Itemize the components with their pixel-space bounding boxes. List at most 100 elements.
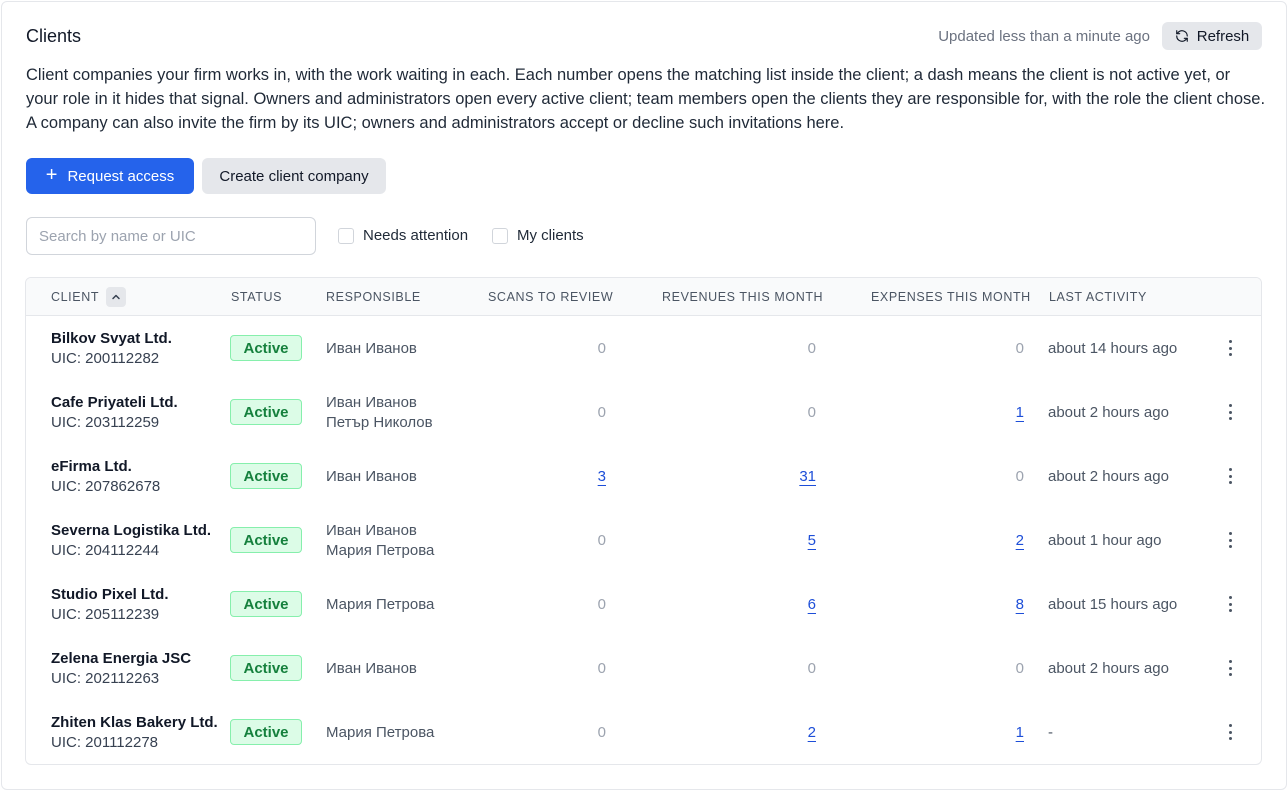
table-row[interactable]: Zelena Energia JSC UIC: 202112263 Active Ив… [26, 636, 1261, 700]
client-uic: UIC: 200112282 [51, 350, 160, 367]
column-status: STATUS [231, 290, 283, 304]
sort-button[interactable] [106, 287, 126, 307]
responsible-person: Иван Иванов [326, 340, 417, 357]
responsible-person: Мария Петрова [326, 724, 435, 741]
my-clients-checkbox[interactable]: My clients [492, 227, 584, 244]
revenues-count[interactable]: 5 [808, 532, 816, 549]
client-uic: UIC: 201112278 [51, 734, 159, 751]
client-uic: UIC: 203112259 [51, 414, 160, 431]
expenses-count[interactable]: 2 [1016, 532, 1024, 549]
client-uic: UIC: 202112263 [51, 670, 160, 687]
column-client[interactable]: CLIENT [51, 290, 99, 304]
last-activity: about 2 hours ago [1048, 404, 1169, 421]
scans-count: 0 [597, 532, 606, 549]
column-responsible: RESPONSIBLE [326, 290, 421, 304]
responsible-person: Мария Петрова [326, 542, 435, 559]
responsible-person: Иван Иванов [326, 394, 417, 411]
table-header: CLIENT STATUS RESPONSIBLE SCANS TO REVIE… [26, 278, 1261, 316]
updated-status: Updated less than a minute ago [938, 28, 1150, 45]
status-badge: Active [230, 527, 302, 553]
more-vertical-icon[interactable] [1222, 658, 1238, 678]
expenses-count: 0 [1015, 340, 1024, 357]
status-badge: Active [230, 719, 302, 745]
status-badge: Active [230, 463, 302, 489]
scans-count: 0 [597, 724, 606, 741]
expenses-count: 0 [1015, 468, 1024, 485]
refresh-icon [1175, 30, 1188, 42]
last-activity: about 1 hour ago [1048, 532, 1162, 549]
column-scans: SCANS TO REVIEW [488, 290, 614, 304]
needs-attention-box[interactable] [338, 227, 354, 244]
page-title: Clients [26, 26, 82, 46]
client-name[interactable]: Bilkov Svyat Ltd. [51, 330, 172, 347]
my-clients-label: My clients [517, 227, 584, 244]
scans-count: 0 [597, 340, 606, 357]
revenues-count: 0 [807, 404, 816, 421]
my-clients-box[interactable] [492, 227, 508, 244]
responsible-person: Иван Иванов [326, 660, 417, 677]
client-uic: UIC: 204112244 [51, 542, 160, 559]
more-vertical-icon[interactable] [1222, 594, 1238, 614]
more-vertical-icon[interactable] [1222, 466, 1238, 486]
responsible-person: Мария Петрова [326, 596, 435, 613]
revenues-count: 0 [807, 340, 816, 357]
plus-icon: + [45, 164, 58, 186]
search-input[interactable] [26, 217, 316, 255]
request-access-button[interactable]: + Request access [26, 158, 194, 194]
table-row[interactable]: Bilkov Svyat Ltd. UIC: 200112282 Active Ива… [26, 316, 1261, 380]
last-activity: about 14 hours ago [1048, 340, 1178, 357]
scans-count[interactable]: 3 [598, 468, 606, 485]
more-vertical-icon[interactable] [1222, 530, 1238, 550]
client-name[interactable]: Zhiten Klas Bakery Ltd. [51, 714, 218, 731]
column-expenses: EXPENSES THIS MONTH [871, 290, 1031, 304]
client-name[interactable]: Cafe Priyateli Ltd. [51, 394, 178, 411]
table-row[interactable]: Studio Pixel Ltd. UIC: 205112239 Active Мар… [26, 572, 1261, 636]
refresh-button[interactable]: Refresh [1162, 22, 1262, 50]
last-activity: about 2 hours ago [1048, 660, 1169, 677]
table-row[interactable]: Cafe Priyateli Ltd. UIC: 203112259 Active И… [26, 380, 1261, 444]
page-description: Client companies your firm works in, wit… [26, 66, 1266, 132]
scans-count: 0 [597, 596, 606, 613]
expenses-count: 0 [1015, 660, 1024, 677]
refresh-label: Refresh [1196, 27, 1250, 45]
responsible-person: Иван Иванов [326, 522, 417, 539]
responsible-person: Петър Николов [326, 414, 433, 431]
needs-attention-checkbox[interactable]: Needs attention [338, 227, 468, 244]
client-uic: UIC: 207862678 [51, 478, 161, 495]
table-row[interactable]: Severna Logistika Ltd. UIC: 204112244 Acti… [26, 508, 1261, 572]
client-name[interactable]: Zelena Energia JSC [51, 650, 191, 667]
responsible-person: Иван Иванов [326, 468, 417, 485]
revenues-count[interactable]: 6 [808, 596, 816, 613]
last-activity: - [1048, 724, 1053, 741]
create-client-button[interactable]: Create client company [202, 158, 386, 194]
table-row[interactable]: Zhiten Klas Bakery Ltd. UIC: 201112278 Act… [26, 700, 1261, 764]
column-activity: LAST ACTIVITY [1049, 290, 1147, 304]
table-row[interactable]: eFirma Ltd. UIC: 207862678 Active Иван Иван… [26, 444, 1261, 508]
scans-count: 0 [597, 404, 606, 421]
last-activity: about 2 hours ago [1048, 468, 1169, 485]
client-name[interactable]: Studio Pixel Ltd. [51, 586, 169, 603]
revenues-count[interactable]: 2 [808, 724, 816, 741]
scans-count: 0 [597, 660, 606, 677]
column-revenues: REVENUES THIS MONTH [662, 290, 824, 304]
client-uic: UIC: 205112239 [51, 606, 160, 623]
clients-table: CLIENT STATUS RESPONSIBLE SCANS TO REVIE… [25, 277, 1262, 765]
chevron-up-icon [112, 294, 120, 300]
expenses-count[interactable]: 8 [1016, 596, 1024, 613]
client-name[interactable]: Severna Logistika Ltd. [51, 522, 211, 539]
revenues-count[interactable]: 31 [799, 468, 816, 485]
status-badge: Active [230, 399, 302, 425]
last-activity: about 15 hours ago [1048, 596, 1178, 613]
more-vertical-icon[interactable] [1222, 338, 1238, 358]
status-badge: Active [230, 591, 302, 617]
client-name[interactable]: eFirma Ltd. [51, 458, 132, 475]
more-vertical-icon[interactable] [1222, 722, 1238, 742]
needs-attention-label: Needs attention [363, 227, 469, 244]
more-vertical-icon[interactable] [1222, 402, 1238, 422]
status-badge: Active [230, 335, 302, 361]
request-access-label: Request access [67, 167, 175, 185]
status-badge: Active [230, 655, 302, 681]
expenses-count[interactable]: 1 [1016, 724, 1024, 741]
revenues-count: 0 [807, 660, 816, 677]
expenses-count[interactable]: 1 [1016, 404, 1024, 421]
